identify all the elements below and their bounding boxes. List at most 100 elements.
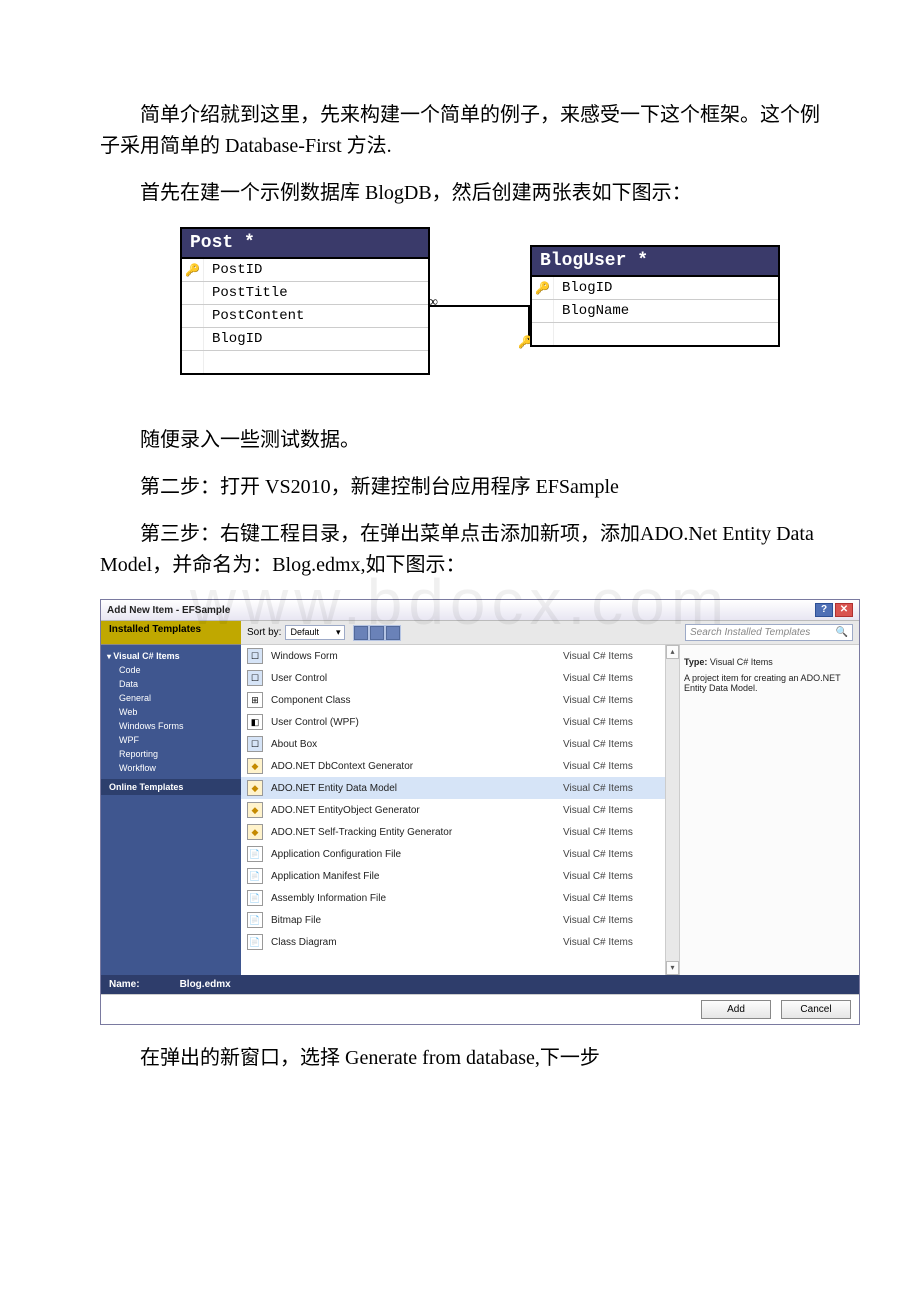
dialog-titlebar: Add New Item - EFSample ? ✕ <box>101 600 859 621</box>
template-type: Visual C# Items <box>563 761 673 772</box>
add-new-item-dialog: Add New Item - EFSample ? ✕ Installed Te… <box>100 599 860 1025</box>
table-row <box>182 351 428 373</box>
template-item[interactable]: ◧ User Control (WPF) Visual C# Items <box>241 711 679 733</box>
cancel-button[interactable]: Cancel <box>781 1000 851 1019</box>
database-diagram: Post * 🔑 PostID PostTitle PostContent Bl… <box>180 227 820 407</box>
tree-item[interactable]: Workflow <box>101 761 241 775</box>
view-mode-toggle[interactable] <box>353 625 401 641</box>
template-item[interactable]: 📄Application Manifest FileVisual C# Item… <box>241 865 679 887</box>
online-templates-header[interactable]: Online Templates <box>101 779 241 795</box>
scrollbar[interactable]: ▴ ▾ <box>665 645 679 975</box>
template-item[interactable]: ◆ ADO.NET Self-Tracking Entity Generator V… <box>241 821 679 843</box>
many-symbol: ∞ <box>428 295 438 311</box>
table-row: PostContent <box>182 305 428 328</box>
template-item[interactable]: 📄Application Configuration FileVisual C#… <box>241 843 679 865</box>
tree-item[interactable]: General <box>101 691 241 705</box>
chevron-down-icon: ▾ <box>336 627 341 638</box>
template-name: ADO.NET Self-Tracking Entity Generator <box>271 827 555 838</box>
template-item[interactable]: ⊞ Component Class Visual C# Items <box>241 689 679 711</box>
search-placeholder: Search Installed Templates <box>690 627 810 638</box>
data-icon: ◆ <box>247 802 263 818</box>
close-button[interactable]: ✕ <box>835 603 853 617</box>
template-type: Visual C# Items <box>563 805 673 816</box>
paragraph: 第三步：右键工程目录，在弹出菜单点击添加新项，添加ADO.Net Entity … <box>100 519 820 581</box>
tree-item[interactable]: Reporting <box>101 747 241 761</box>
template-name: Class Diagram <box>271 937 555 948</box>
template-name: Component Class <box>271 695 555 706</box>
template-type: Visual C# Items <box>563 695 673 706</box>
column-name: BlogID <box>554 277 778 299</box>
template-name: User Control (WPF) <box>271 717 555 728</box>
paragraph: 第二步：打开 VS2010，新建控制台应用程序 EFSample <box>100 472 820 503</box>
description-panel: Type: Visual C# Items A project item for… <box>679 645 859 975</box>
template-type: Visual C# Items <box>563 893 673 904</box>
template-name: User Control <box>271 673 555 684</box>
table-row <box>532 323 778 345</box>
db-table-bloguser: BlogUser * 🔑 BlogID BlogName <box>530 245 780 347</box>
data-icon: ◆ <box>247 758 263 774</box>
template-item[interactable]: ◆ ADO.NET EntityObject Generator Visual C#… <box>241 799 679 821</box>
template-tree: Visual C# Items CodeDataGeneralWebWindow… <box>101 645 241 975</box>
wpf-icon: ◧ <box>247 714 263 730</box>
file-icon: 📄 <box>247 934 263 950</box>
tree-item[interactable]: Code <box>101 663 241 677</box>
template-name: ADO.NET Entity Data Model <box>271 783 555 794</box>
tree-item[interactable]: Web <box>101 705 241 719</box>
template-type: Visual C# Items <box>563 717 673 728</box>
file-icon: 📄 <box>247 890 263 906</box>
column-name: BlogID <box>204 328 428 350</box>
template-type: Visual C# Items <box>563 827 673 838</box>
installed-templates-tab[interactable]: Installed Templates <box>101 621 241 645</box>
add-button[interactable]: Add <box>701 1000 771 1019</box>
tree-root[interactable]: Visual C# Items <box>101 649 241 663</box>
template-item[interactable]: ◆ADO.NET DbContext GeneratorVisual C# It… <box>241 755 679 777</box>
tree-item[interactable]: WPF <box>101 733 241 747</box>
template-type: Visual C# Items <box>563 937 673 948</box>
file-icon: 📄 <box>247 912 263 928</box>
sort-label: Sort by: <box>247 627 281 638</box>
tree-item[interactable]: Windows Forms <box>101 719 241 733</box>
template-name: About Box <box>271 739 555 750</box>
template-item[interactable]: ☐Windows FormVisual C# Items <box>241 645 679 667</box>
paragraph: 随便录入一些测试数据。 <box>100 425 820 456</box>
template-type: Visual C# Items <box>563 849 673 860</box>
table-row: 🔑 PostID <box>182 259 428 282</box>
template-item[interactable]: ☐About BoxVisual C# Items <box>241 733 679 755</box>
template-name: ADO.NET EntityObject Generator <box>271 805 555 816</box>
template-type: Visual C# Items <box>563 915 673 926</box>
help-button[interactable]: ? <box>815 603 833 617</box>
sort-dropdown[interactable]: Default▾ <box>285 625 345 640</box>
template-item[interactable]: 📄Assembly Information FileVisual C# Item… <box>241 887 679 909</box>
template-list: ☐Windows FormVisual C# Items☐User Contro… <box>241 645 679 975</box>
template-name: Bitmap File <box>271 915 555 926</box>
dialog-title: Add New Item - EFSample <box>107 605 230 616</box>
tree-item[interactable]: Data <box>101 677 241 691</box>
search-input[interactable]: Search Installed Templates 🔍 <box>685 624 853 641</box>
template-item[interactable]: 📄 Class Diagram Visual C# Items <box>241 931 679 953</box>
paragraph: 简单介绍就到这里，先来构建一个简单的例子，来感受一下这个框架。这个例子采用简单的… <box>100 100 820 162</box>
primary-key-icon: 🔑 <box>535 281 550 296</box>
table-title: Post * <box>182 229 428 259</box>
scroll-up-icon[interactable]: ▴ <box>666 645 679 659</box>
template-item[interactable]: ◆ADO.NET Entity Data ModelVisual C# Item… <box>241 777 679 799</box>
table-row: BlogName <box>532 300 778 323</box>
template-type: Visual C# Items <box>563 651 673 662</box>
desc-text: A project item for creating an ADO.NET E… <box>684 673 855 693</box>
template-item[interactable]: 📄 Bitmap File Visual C# Items <box>241 909 679 931</box>
paragraph: 在弹出的新窗口，选择 Generate from database,下一步 <box>100 1043 820 1074</box>
name-row: Name: Blog.edmx <box>101 975 859 994</box>
template-type: Visual C# Items <box>563 871 673 882</box>
column-name: BlogName <box>554 300 778 322</box>
template-item[interactable]: ☐User ControlVisual C# Items <box>241 667 679 689</box>
primary-key-icon: 🔑 <box>185 263 200 278</box>
scroll-down-icon[interactable]: ▾ <box>666 961 679 975</box>
data-icon: ◆ <box>247 824 263 840</box>
table-row: 🔑 BlogID <box>532 277 778 300</box>
form-icon: ☐ <box>247 648 263 664</box>
relationship-connector: ∞ 🔑 <box>430 299 530 339</box>
name-input[interactable]: Blog.edmx <box>180 979 231 990</box>
db-table-post: Post * 🔑 PostID PostTitle PostContent Bl… <box>180 227 430 375</box>
comp-icon: ⊞ <box>247 692 263 708</box>
template-type: Visual C# Items <box>563 739 673 750</box>
table-row: PostTitle <box>182 282 428 305</box>
